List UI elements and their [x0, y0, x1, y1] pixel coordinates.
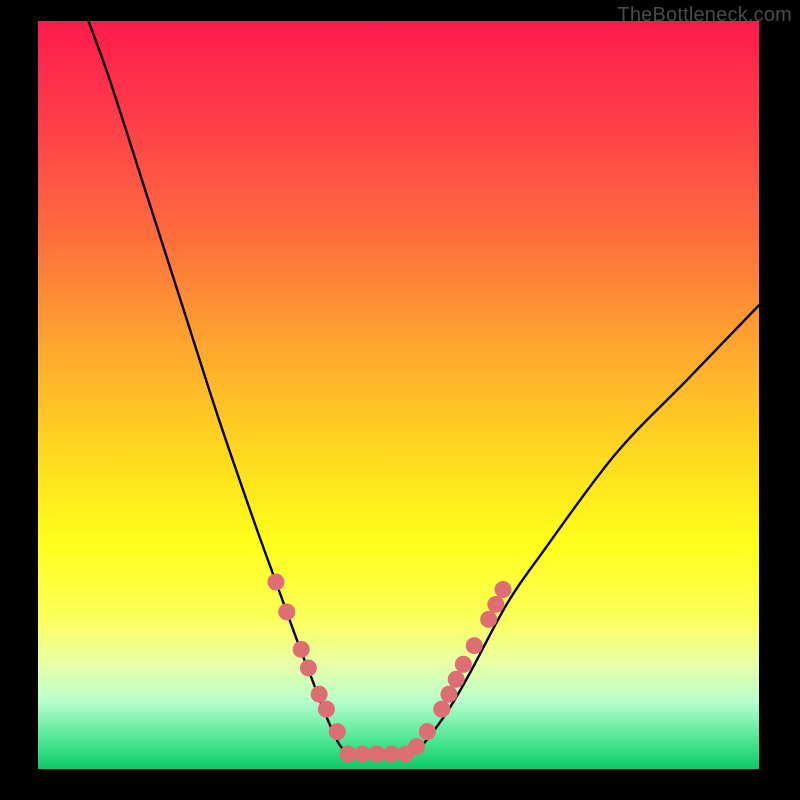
curve-marker [440, 686, 457, 703]
marker-layer [267, 574, 511, 763]
plot-area [38, 21, 759, 769]
curve-marker [419, 723, 436, 740]
curve-marker [466, 637, 483, 654]
curve-marker [267, 574, 284, 591]
curve-marker [487, 596, 504, 613]
curve-layer [88, 21, 759, 755]
bottleneck-curve [88, 21, 759, 755]
curve-marker [293, 641, 310, 658]
curve-marker [433, 701, 450, 718]
watermark-text: TheBottleneck.com [617, 4, 792, 27]
curve-marker [329, 723, 346, 740]
curve-marker [455, 656, 472, 673]
chart-svg [38, 21, 759, 769]
curve-marker [300, 660, 317, 677]
curve-marker [495, 581, 512, 598]
chart-frame: TheBottleneck.com [0, 0, 800, 800]
curve-marker [480, 611, 497, 628]
curve-marker [311, 686, 328, 703]
curve-marker [278, 603, 295, 620]
curve-marker [448, 671, 465, 688]
curve-marker [318, 701, 335, 718]
curve-marker [408, 738, 425, 755]
